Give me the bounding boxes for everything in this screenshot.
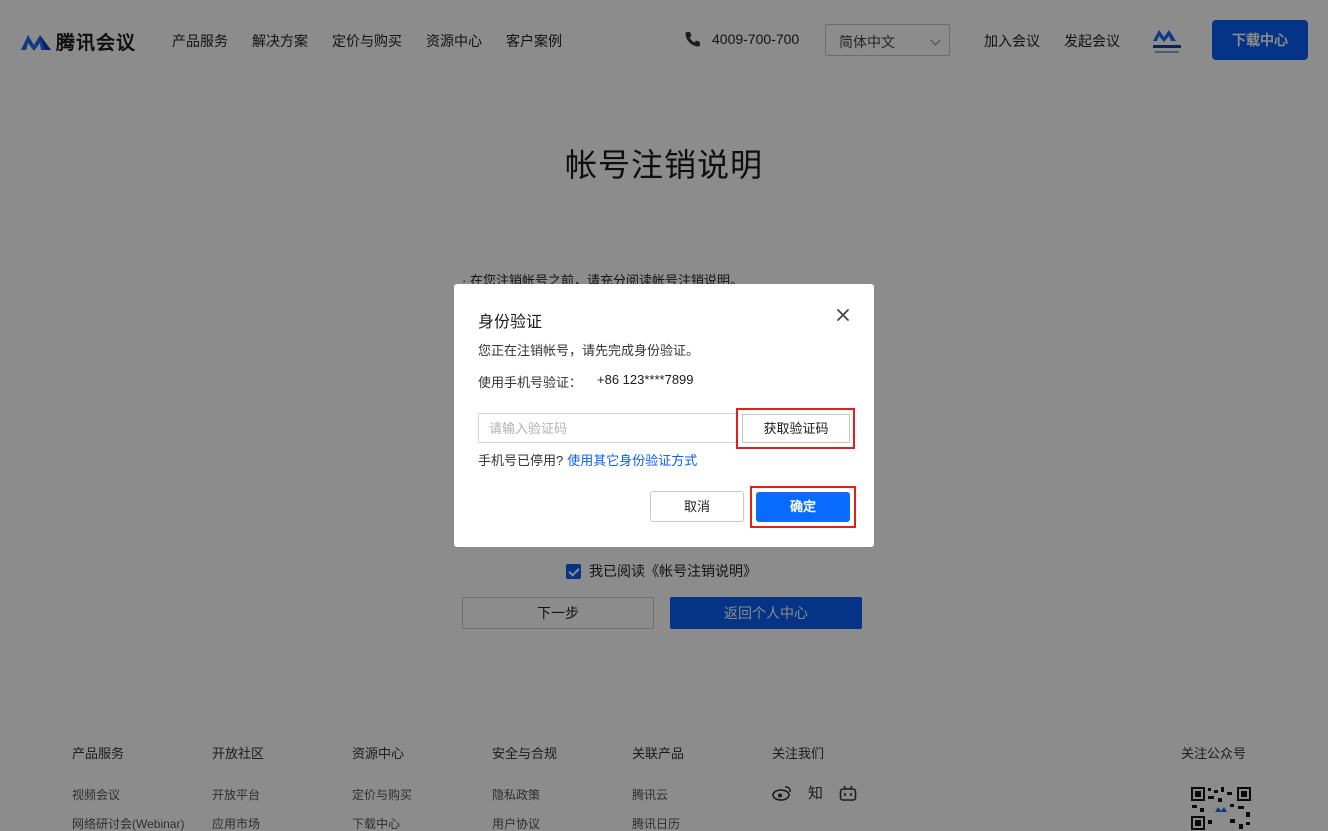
identity-verification-dialog: 身份验证 您正在注销帐号，请先完成身份验证。 使用手机号验证： +86 123*… xyxy=(454,284,874,547)
cancel-button[interactable]: 取消 xyxy=(650,491,744,522)
confirm-highlight: 确定 xyxy=(750,486,856,528)
close-icon[interactable] xyxy=(836,308,850,322)
confirm-button[interactable]: 确定 xyxy=(756,492,850,522)
phone-verify-label: 使用手机号验证： xyxy=(478,375,583,390)
dialog-title: 身份验证 xyxy=(478,314,543,331)
alt-verification-prefix: 手机号已停用? xyxy=(478,453,564,468)
masked-phone-number: +86 123****7899 xyxy=(597,372,694,387)
alt-verification-line: 手机号已停用? 使用其它身份验证方式 xyxy=(478,450,697,469)
verification-code-input[interactable] xyxy=(478,413,736,443)
get-code-highlight: 获取验证码 xyxy=(736,408,855,449)
alt-verification-link[interactable]: 使用其它身份验证方式 xyxy=(567,453,697,468)
dialog-description: 您正在注销帐号，请先完成身份验证。 xyxy=(478,343,700,358)
get-code-button[interactable]: 获取验证码 xyxy=(742,414,850,443)
